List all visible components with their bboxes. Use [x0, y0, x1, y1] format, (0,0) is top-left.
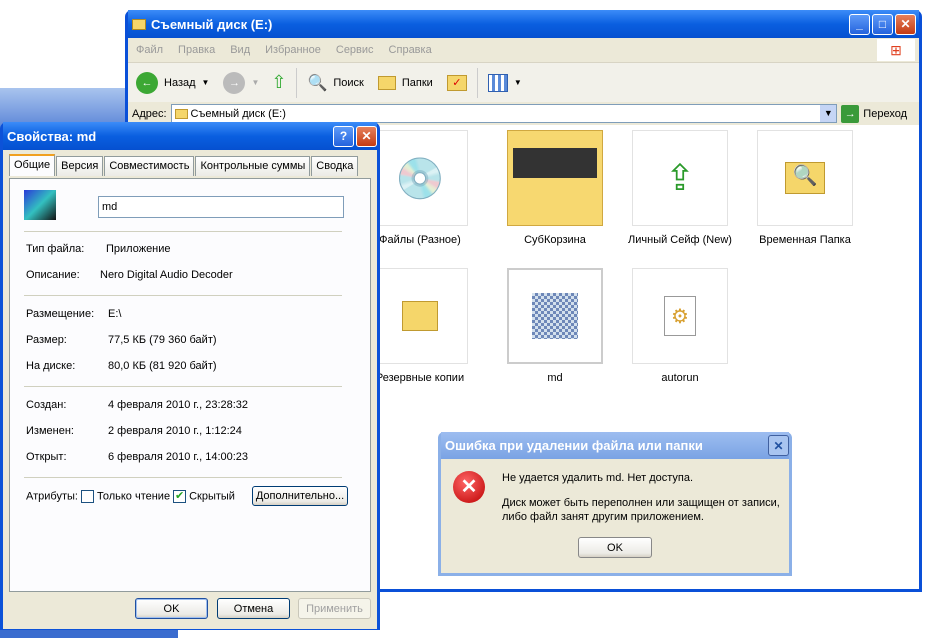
forward-icon[interactable]: → [223, 71, 246, 94]
file-label: md [547, 372, 563, 384]
tab-general[interactable]: Общие [9, 154, 56, 176]
views-icon[interactable] [487, 73, 508, 92]
error-titlebar[interactable]: Ошибка при удалении файла или папки ✕ [441, 432, 789, 459]
close-button[interactable]: ✕ [768, 435, 789, 456]
tab-checksums[interactable]: Контрольные суммы [195, 156, 311, 176]
folder-thumbnail-icon [513, 148, 597, 178]
folders-button[interactable]: Папки [402, 77, 433, 89]
readonly-checkbox[interactable] [80, 490, 94, 503]
size-value: 77,5 КБ (79 360 байт) [108, 334, 217, 346]
advanced-button[interactable]: Дополнительно... [252, 486, 348, 506]
help-button[interactable]: ? [333, 125, 354, 147]
properties-titlebar[interactable]: Свойства: md ? ✕ [3, 122, 377, 150]
dialog-title: Ошибка при удалении файла или папки [445, 438, 703, 453]
folder-icon [402, 301, 438, 331]
error-dialog: Ошибка при удалении файла или папки ✕ ✕ … [438, 432, 792, 576]
file-item[interactable]: md [495, 268, 615, 384]
address-input[interactable]: Съемный диск (E:) ▼ [170, 104, 838, 123]
folder-check-icon[interactable]: ✓ [446, 74, 467, 91]
ok-button[interactable]: OK [135, 598, 208, 619]
filename-input[interactable]: md [98, 196, 344, 218]
error-detail: Диск может быть переполнен или защищен о… [502, 497, 780, 509]
file-label: autorun [661, 372, 699, 384]
close-button[interactable]: ✕ [895, 13, 916, 35]
apply-button[interactable]: Применить [298, 598, 371, 619]
hidden-label[interactable]: Скрытый [189, 490, 235, 502]
menu-favorites[interactable]: Избранное [265, 44, 321, 56]
accessed-value: 6 февраля 2010 г., 14:00:23 [108, 451, 249, 463]
field-label: Размещение: [26, 308, 95, 320]
go-button[interactable]: Переход [863, 108, 907, 120]
file-item[interactable]: СубКорзина [495, 130, 615, 246]
search-folder-icon: 🔍 [785, 162, 825, 194]
description-value: Nero Digital Audio Decoder [100, 269, 233, 281]
app-icon [24, 190, 56, 220]
search-button[interactable]: Поиск [333, 77, 363, 89]
menu-edit[interactable]: Правка [178, 44, 215, 56]
location-value: E:\ [108, 308, 122, 320]
back-icon[interactable]: ← [136, 71, 158, 94]
tab-compatibility[interactable]: Совместимость [104, 156, 195, 176]
file-label: Временная Папка [759, 234, 851, 246]
toolbar: ← Назад ▼ → ▼ ⇧ 🔍 Поиск Папки ✓ ▼ [128, 62, 919, 102]
file-item[interactable]: ⚙ autorun [620, 268, 740, 384]
error-detail-2: либо файл занят другим приложением. [502, 511, 704, 523]
file-label: СубКорзина [524, 234, 586, 246]
ok-button[interactable]: OK [578, 537, 652, 558]
field-label: На диске: [26, 360, 76, 372]
menu-file[interactable]: Файл [136, 44, 163, 56]
properties-dialog: Свойства: md ? ✕ Общие Версия Совместимос… [0, 122, 380, 630]
menu-help[interactable]: Справка [389, 44, 432, 56]
explorer-titlebar[interactable]: Съемный диск (E:) _ □ ✕ [128, 10, 919, 38]
readonly-label[interactable]: Только чтение [97, 490, 170, 502]
window-title: Съемный диск (E:) [151, 16, 273, 32]
file-label: Личный Сейф (New) [628, 234, 732, 246]
cancel-button[interactable]: Отмена [217, 598, 290, 619]
dialog-title: Свойства: md [7, 128, 97, 144]
back-button[interactable]: Назад [164, 77, 196, 89]
error-icon: ✕ [453, 471, 485, 503]
field-label: Описание: [26, 269, 80, 281]
tab-summary[interactable]: Сводка [311, 156, 359, 176]
tab-strip: Общие Версия Совместимость Контрольные с… [9, 154, 359, 176]
config-file-icon: ⚙ [664, 296, 696, 336]
hidden-app-icon [532, 293, 578, 339]
maximize-button[interactable]: □ [872, 13, 893, 35]
hidden-checkbox[interactable]: ✔ [173, 490, 187, 503]
folder-icon [174, 108, 188, 119]
field-label: Создан: [26, 399, 67, 411]
folders-icon [377, 75, 396, 90]
error-message: Не удается удалить md. Нет доступа. [502, 472, 694, 484]
menu-view[interactable]: Вид [230, 44, 250, 56]
field-label: Изменен: [26, 425, 74, 437]
tab-version[interactable]: Версия [56, 156, 104, 176]
field-label: Тип файла: [26, 243, 85, 255]
address-dropdown-button[interactable]: ▼ [820, 105, 837, 122]
address-value: Съемный диск (E:) [190, 107, 286, 120]
size-on-disk-value: 80,0 КБ (81 920 байт) [108, 360, 217, 372]
go-icon[interactable]: → [841, 104, 860, 123]
field-label: Открыт: [26, 451, 67, 463]
created-value: 4 февраля 2010 г., 23:28:32 [108, 399, 249, 411]
field-label: Размер: [26, 334, 67, 346]
menu-tools[interactable]: Сервис [336, 44, 374, 56]
cd-install-icon: 💿 [395, 156, 445, 201]
up-folder-icon[interactable]: ⇧ [271, 72, 286, 93]
folder-icon [132, 18, 146, 30]
general-panel: md Тип файла: Приложение Описание: Nero Di… [9, 178, 371, 592]
modified-value: 2 февраля 2010 г., 1:12:24 [108, 425, 242, 437]
close-button[interactable]: ✕ [356, 125, 377, 147]
attributes-label: Атрибуты: [26, 490, 78, 503]
windows-logo-icon: ⊞ [877, 39, 915, 61]
minimize-button[interactable]: _ [849, 13, 870, 35]
file-type-value: Приложение [106, 243, 171, 255]
file-item[interactable]: ⇪ Личный Сейф (New) [620, 130, 740, 246]
search-icon: 🔍 [307, 74, 328, 92]
menu-bar: Файл Правка Вид Избранное Сервис Справка… [128, 38, 919, 62]
file-item[interactable]: 🔍 Временная Папка [745, 130, 865, 246]
address-label: Адрес: [132, 107, 167, 120]
drive-upload-icon: ⇪ [664, 157, 696, 198]
